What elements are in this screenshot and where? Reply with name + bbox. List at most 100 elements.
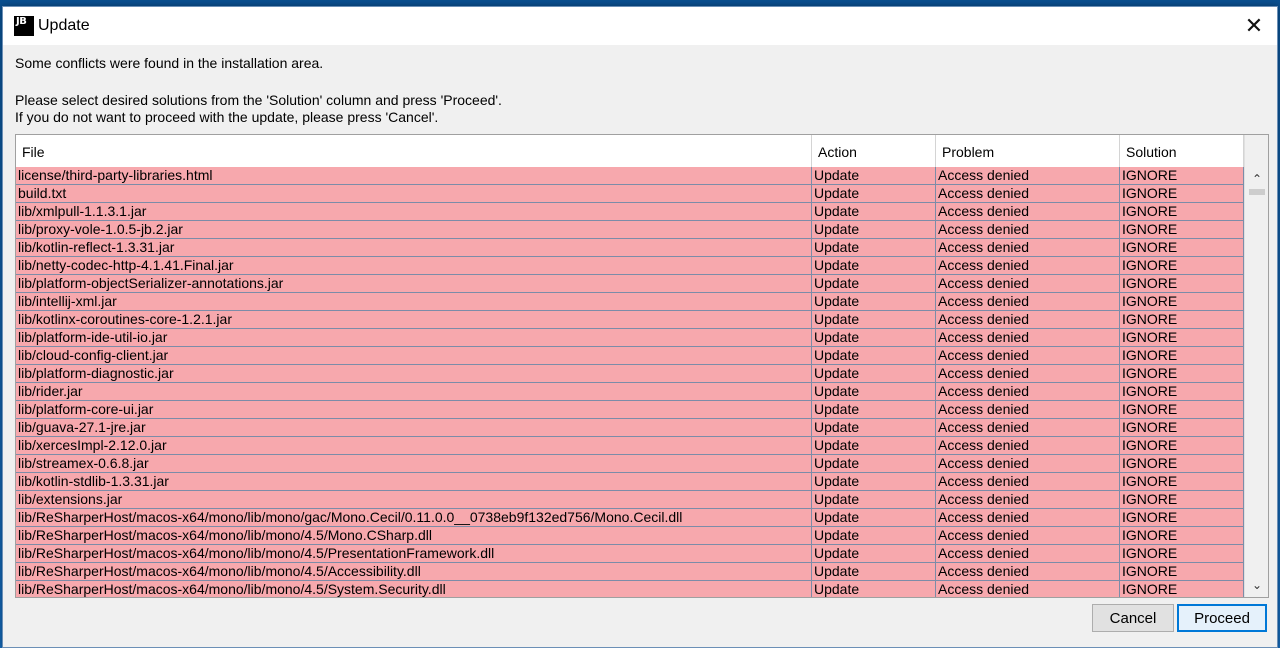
- cell-solution[interactable]: IGNORE: [1120, 239, 1244, 256]
- cell-action: Update: [812, 347, 936, 364]
- table-row[interactable]: lib/netty-codec-http-4.1.41.Final.jar Upd…: [16, 257, 1244, 275]
- column-header-file[interactable]: File: [16, 135, 812, 167]
- cell-solution[interactable]: IGNORE: [1120, 455, 1244, 472]
- cell-file: lib/ReSharperHost/macos-x64/mono/lib/mon…: [16, 527, 812, 544]
- cell-problem: Access denied: [936, 167, 1120, 184]
- cell-solution[interactable]: IGNORE: [1120, 185, 1244, 202]
- cell-solution[interactable]: IGNORE: [1120, 347, 1244, 364]
- table-row[interactable]: lib/kotlin-stdlib-1.3.31.jar Update Access…: [16, 473, 1244, 491]
- table-row[interactable]: lib/intellij-xml.jar Update Access denied I…: [16, 293, 1244, 311]
- cell-file: lib/extensions.jar: [16, 491, 812, 508]
- cell-problem: Access denied: [936, 239, 1120, 256]
- cell-action: Update: [812, 491, 936, 508]
- cell-problem: Access denied: [936, 383, 1120, 400]
- cell-file: lib/kotlinx-coroutines-core-1.2.1.jar: [16, 311, 812, 328]
- cell-solution[interactable]: IGNORE: [1120, 293, 1244, 310]
- table-row[interactable]: lib/ReSharperHost/macos-x64/mono/lib/mon…: [16, 581, 1244, 597]
- table-row[interactable]: lib/guava-27.1-jre.jar Update Access denie…: [16, 419, 1244, 437]
- cell-solution[interactable]: IGNORE: [1120, 581, 1244, 597]
- cell-problem: Access denied: [936, 455, 1120, 472]
- column-header-problem[interactable]: Problem: [936, 135, 1120, 167]
- cell-solution[interactable]: IGNORE: [1120, 563, 1244, 580]
- column-header-solution[interactable]: Solution: [1120, 135, 1244, 167]
- table-row[interactable]: lib/xmlpull-1.1.3.1.jar Update Access deni…: [16, 203, 1244, 221]
- cell-action: Update: [812, 473, 936, 490]
- cell-solution[interactable]: IGNORE: [1120, 491, 1244, 508]
- cell-solution[interactable]: IGNORE: [1120, 545, 1244, 562]
- table-row[interactable]: lib/cloud-config-client.jar Update Access …: [16, 347, 1244, 365]
- conflicts-table[interactable]: File Action Problem Solution license/thi…: [15, 134, 1269, 598]
- cell-solution[interactable]: IGNORE: [1120, 527, 1244, 544]
- table-row[interactable]: lib/kotlinx-coroutines-core-1.2.1.jar Upd…: [16, 311, 1244, 329]
- cell-solution[interactable]: IGNORE: [1120, 167, 1244, 184]
- cell-solution[interactable]: IGNORE: [1120, 509, 1244, 526]
- table-row[interactable]: lib/xercesImpl-2.12.0.jar Update Access de…: [16, 437, 1244, 455]
- column-header-action[interactable]: Action: [812, 135, 936, 167]
- table-row[interactable]: lib/kotlin-reflect-1.3.31.jar Update Acces…: [16, 239, 1244, 257]
- scroll-down-icon[interactable]: ⌄: [1245, 575, 1268, 595]
- table-row[interactable]: lib/ReSharperHost/macos-x64/mono/lib/mon…: [16, 563, 1244, 581]
- cell-action: Update: [812, 437, 936, 454]
- table-row[interactable]: lib/streamex-0.6.8.jar Update Access denie…: [16, 455, 1244, 473]
- table-row[interactable]: lib/platform-objectSerializer-annotation…: [16, 275, 1244, 293]
- table-row[interactable]: lib/ReSharperHost/macos-x64/mono/lib/mon…: [16, 527, 1244, 545]
- cell-solution[interactable]: IGNORE: [1120, 437, 1244, 454]
- cell-action: Update: [812, 329, 936, 346]
- cell-solution[interactable]: IGNORE: [1120, 365, 1244, 382]
- table-row[interactable]: lib/platform-diagnostic.jar Update Access …: [16, 365, 1244, 383]
- table-row[interactable]: lib/extensions.jar Update Access denied IGN…: [16, 491, 1244, 509]
- cell-action: Update: [812, 185, 936, 202]
- cell-problem: Access denied: [936, 293, 1120, 310]
- cell-problem: Access denied: [936, 365, 1120, 382]
- title-bar[interactable]: JB Update ✕: [3, 7, 1277, 45]
- scroll-thumb[interactable]: [1249, 189, 1265, 195]
- cell-action: Update: [812, 509, 936, 526]
- cell-file: lib/ReSharperHost/macos-x64/mono/lib/mon…: [16, 545, 812, 562]
- cell-problem: Access denied: [936, 437, 1120, 454]
- table-row[interactable]: lib/platform-core-ui.jar Update Access den…: [16, 401, 1244, 419]
- cell-file: lib/ReSharperHost/macos-x64/mono/lib/mon…: [16, 581, 812, 597]
- cell-action: Update: [812, 419, 936, 436]
- cell-solution[interactable]: IGNORE: [1120, 275, 1244, 292]
- cancel-button[interactable]: Cancel: [1092, 604, 1174, 632]
- cell-problem: Access denied: [936, 257, 1120, 274]
- vertical-scrollbar[interactable]: ⌃ ⌄: [1244, 135, 1268, 597]
- cell-solution[interactable]: IGNORE: [1120, 257, 1244, 274]
- cell-solution[interactable]: IGNORE: [1120, 329, 1244, 346]
- cell-file: lib/platform-diagnostic.jar: [16, 365, 812, 382]
- jetbrains-app-icon: JB: [14, 16, 34, 36]
- table-row[interactable]: build.txt Update Access denied IGNORE: [16, 185, 1244, 203]
- cell-problem: Access denied: [936, 527, 1120, 544]
- table-row[interactable]: lib/ReSharperHost/macos-x64/mono/lib/mon…: [16, 545, 1244, 563]
- table-row[interactable]: license/third-party-libraries.html Update…: [16, 167, 1244, 185]
- cell-solution[interactable]: IGNORE: [1120, 221, 1244, 238]
- cell-file: lib/rider.jar: [16, 383, 812, 400]
- cell-action: Update: [812, 257, 936, 274]
- table-row[interactable]: lib/rider.jar Update Access denied IGNORE: [16, 383, 1244, 401]
- cell-file: lib/kotlin-reflect-1.3.31.jar: [16, 239, 812, 256]
- table-row[interactable]: lib/proxy-vole-1.0.5-jb.2.jar Update Acces…: [16, 221, 1244, 239]
- proceed-button[interactable]: Proceed: [1177, 604, 1267, 632]
- cell-file: lib/xercesImpl-2.12.0.jar: [16, 437, 812, 454]
- cell-problem: Access denied: [936, 563, 1120, 580]
- cell-solution[interactable]: IGNORE: [1120, 203, 1244, 220]
- cell-action: Update: [812, 545, 936, 562]
- cell-solution[interactable]: IGNORE: [1120, 419, 1244, 436]
- scroll-up-icon[interactable]: ⌃: [1245, 169, 1268, 189]
- cell-action: Update: [812, 455, 936, 472]
- cell-file: lib/guava-27.1-jre.jar: [16, 419, 812, 436]
- table-row[interactable]: lib/platform-ide-util-io.jar Update Access…: [16, 329, 1244, 347]
- cell-problem: Access denied: [936, 401, 1120, 418]
- cancel-instruction-message: If you do not want to proceed with the u…: [15, 109, 439, 125]
- cell-solution[interactable]: IGNORE: [1120, 473, 1244, 490]
- cell-solution[interactable]: IGNORE: [1120, 383, 1244, 400]
- close-button[interactable]: ✕: [1231, 7, 1277, 45]
- cell-solution[interactable]: IGNORE: [1120, 311, 1244, 328]
- table-row[interactable]: lib/ReSharperHost/macos-x64/mono/lib/mon…: [16, 509, 1244, 527]
- cell-solution[interactable]: IGNORE: [1120, 401, 1244, 418]
- cell-problem: Access denied: [936, 545, 1120, 562]
- table-body: license/third-party-libraries.html Update…: [16, 167, 1244, 597]
- cell-action: Update: [812, 311, 936, 328]
- update-dialog: JB Update ✕ Some conflicts were found in…: [2, 6, 1278, 648]
- cell-problem: Access denied: [936, 347, 1120, 364]
